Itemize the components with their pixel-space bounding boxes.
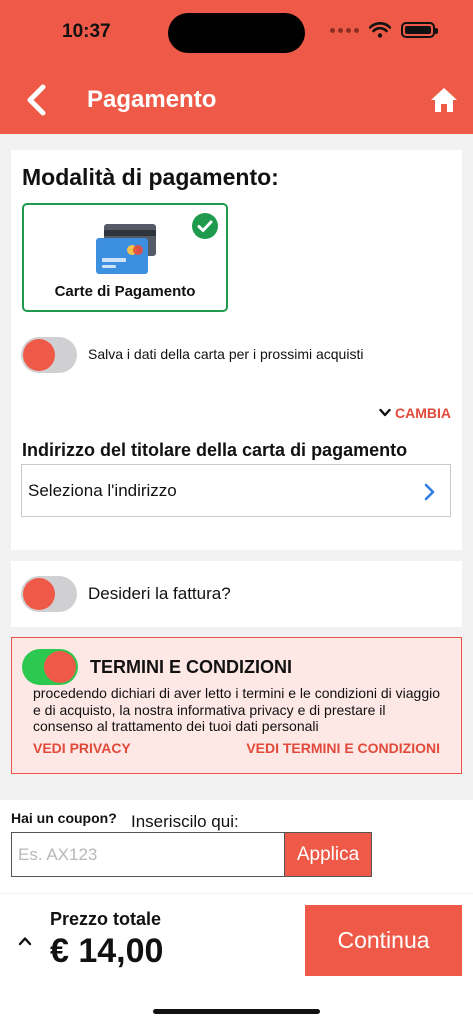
invoice-label: Desideri la fattura? — [88, 584, 231, 603]
continue-button[interactable]: Continua — [305, 905, 462, 976]
save-card-label: Salva i dati della carta per i prossimi … — [88, 346, 364, 362]
address-placeholder: Seleziona l'indirizzo — [28, 481, 177, 500]
signal-icon — [330, 27, 359, 33]
dynamic-island — [168, 13, 305, 53]
save-card-toggle[interactable] — [21, 337, 77, 373]
invoice-toggle[interactable] — [21, 576, 77, 612]
terms-text: procedendo dichiari di aver letto i term… — [33, 685, 441, 734]
apply-coupon-button[interactable]: Applica — [284, 832, 372, 877]
coupon-section: Hai un coupon? Inseriscilo qui: Applica — [0, 800, 473, 893]
credit-card-icon — [96, 224, 156, 274]
coupon-question: Hai un coupon? — [11, 810, 117, 826]
toggle-knob — [23, 339, 55, 371]
home-indicator — [153, 1009, 320, 1014]
invoice-card: Desideri la fattura? — [11, 561, 462, 627]
terms-toggle[interactable] — [22, 649, 78, 685]
status-time: 10:37 — [62, 21, 111, 42]
total-price: € 14,00 — [50, 932, 164, 970]
address-selector[interactable]: Seleziona l'indirizzo — [21, 464, 451, 517]
back-button[interactable] — [22, 82, 52, 118]
privacy-link[interactable]: VEDI PRIVACY — [33, 740, 131, 756]
chevron-right-icon — [424, 483, 435, 501]
address-title: Indirizzo del titolare della carta di pa… — [22, 440, 408, 460]
status-icons — [330, 22, 438, 38]
terms-link[interactable]: VEDI TERMINI E CONDIZIONI — [246, 740, 440, 756]
change-label: CAMBIA — [395, 405, 451, 421]
app-header: 10:37 Pagamento — [0, 0, 473, 134]
battery-icon — [401, 22, 438, 38]
terms-title: TERMINI E CONDIZIONI — [90, 657, 292, 677]
total-bar: Prezzo totale € 14,00 Continua — [0, 894, 473, 1024]
change-button[interactable]: CAMBIA — [379, 405, 451, 421]
chevron-up-icon[interactable] — [18, 936, 32, 946]
home-icon — [431, 88, 457, 112]
chevron-left-icon — [27, 84, 46, 116]
payment-section-title: Modalità di pagamento: — [22, 164, 279, 190]
toggle-knob — [44, 651, 76, 683]
toggle-knob — [23, 578, 55, 610]
check-circle-icon — [192, 213, 218, 239]
payment-method-card[interactable]: Carte di Pagamento — [22, 203, 228, 312]
payment-method-label: Carte di Pagamento — [54, 283, 196, 300]
wifi-icon — [369, 22, 391, 38]
home-button[interactable] — [429, 86, 459, 114]
coupon-hint: Inseriscilo qui: — [131, 812, 239, 831]
chevron-down-icon — [379, 408, 391, 417]
page-title: Pagamento — [87, 86, 217, 113]
coupon-input[interactable] — [11, 832, 285, 877]
total-label: Prezzo totale — [50, 909, 162, 929]
terms-card: TERMINI E CONDIZIONI procedendo dichiari… — [11, 637, 462, 774]
payment-card: Modalità di pagamento: Carte di Pagament… — [11, 150, 462, 550]
